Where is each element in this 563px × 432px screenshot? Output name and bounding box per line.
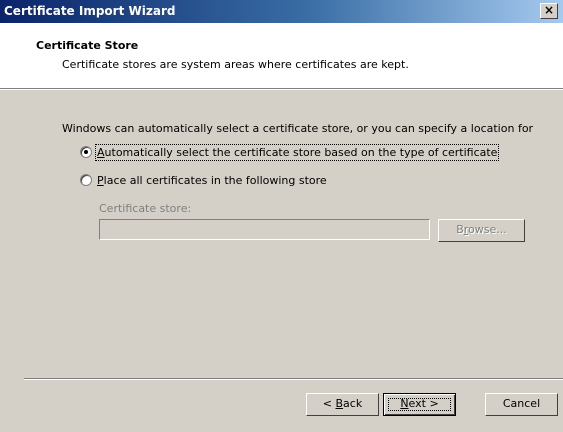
browse-button[interactable]: Browse... [438,219,525,242]
place-in-store-radio[interactable] [80,174,92,186]
cancel-button[interactable]: Cancel [485,393,558,416]
back-post: ack [343,397,363,410]
page-title: Certificate Store [36,39,139,52]
next-accel: N [400,397,409,410]
place-in-store-label[interactable]: Place all certificates in the following … [97,174,327,187]
back-button[interactable]: < Back [306,393,379,416]
certificate-store-field[interactable] [99,219,430,240]
page-subtitle: Certificate stores are system areas wher… [62,58,409,71]
back-pre: < [322,397,336,410]
close-button[interactable]: × [540,3,558,19]
auto-select-accel: A [97,145,105,159]
close-icon: × [543,3,555,17]
place-in-store-option[interactable]: Place all certificates in the following … [80,172,327,188]
next-button-focus: Next > [384,394,455,415]
title-bar[interactable]: Certificate Import Wizard × [0,0,563,23]
next-button[interactable]: Next > [383,393,456,416]
auto-select-label[interactable]: Automatically select the certificate sto… [94,143,500,161]
window-title: Certificate Import Wizard [4,4,176,18]
header-divider [0,88,563,90]
footer-divider [24,378,563,380]
place-in-store-text: lace all certificates in the following s… [103,173,327,187]
next-post: ext > [408,397,439,410]
back-accel: B [335,397,344,410]
auto-select-radio[interactable] [80,146,92,158]
intro-text: Windows can automatically select a certi… [62,122,534,135]
auto-select-option[interactable]: Automatically select the certificate sto… [80,143,500,161]
wizard-header: Certificate Store Certificate stores are… [0,23,563,88]
place-in-store-accel: P [97,173,104,187]
certificate-store-label: Certificate store: [99,202,192,215]
browse-post: owse... [468,223,507,236]
browse-pre: B [456,223,464,236]
auto-select-text: utomatically select the certificate stor… [104,145,498,159]
